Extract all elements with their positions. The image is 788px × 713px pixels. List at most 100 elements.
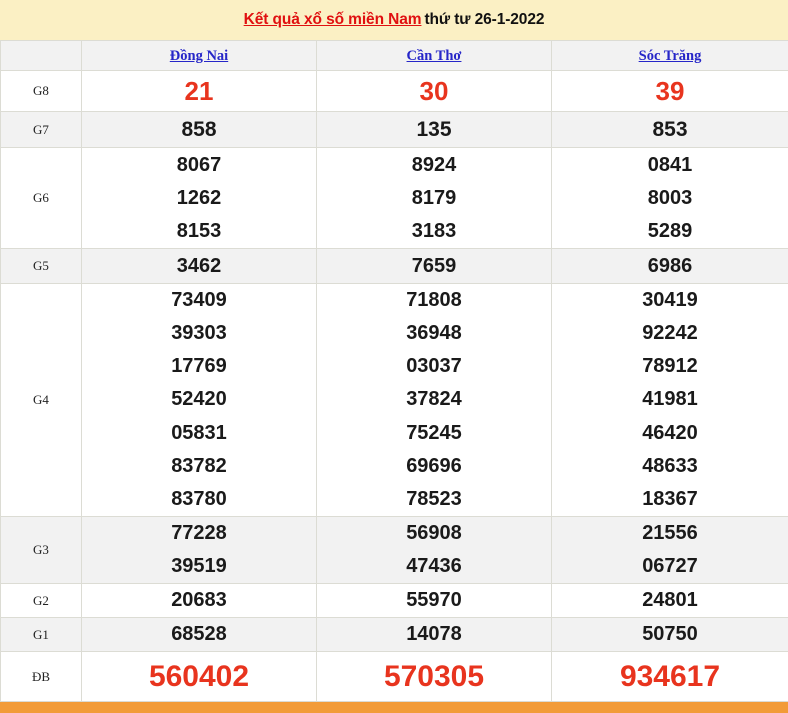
prize-number: 47436 bbox=[317, 550, 551, 583]
prize-label-g1: G1 bbox=[1, 618, 82, 652]
table-row: G473409393031776952420058318378283780718… bbox=[1, 284, 788, 517]
table-body: G8213039G7858135853G68067126281538924817… bbox=[1, 71, 788, 702]
lottery-results-table: Đồng Nai Cần Thơ Sóc Trăng G8213039G7858… bbox=[0, 40, 788, 702]
footer-accent-bar bbox=[0, 702, 788, 713]
prize-number: 8153 bbox=[82, 215, 316, 248]
province-link-3[interactable]: Sóc Trăng bbox=[639, 48, 702, 64]
prize-number: 68528 bbox=[82, 618, 316, 651]
prize-cell: 39 bbox=[552, 71, 788, 112]
prize-cell: 50750 bbox=[552, 618, 788, 652]
prize-cell: 14078 bbox=[317, 618, 552, 652]
prize-number: 05831 bbox=[82, 417, 316, 450]
table-row: G3772283951956908474362155606727 bbox=[1, 517, 788, 584]
prize-number: 75245 bbox=[317, 417, 551, 450]
prize-number: 30419 bbox=[552, 284, 788, 317]
prize-cell: 892481793183 bbox=[317, 148, 552, 249]
prize-number: 858 bbox=[82, 112, 316, 147]
prize-label-g3: G3 bbox=[1, 517, 82, 584]
page-title: Kết quả xổ số miền Namthứ tư 26-1-2022 bbox=[244, 11, 545, 29]
prize-number: 03037 bbox=[317, 350, 551, 383]
table-header: Đồng Nai Cần Thơ Sóc Trăng bbox=[1, 41, 788, 71]
prize-label-g5: G5 bbox=[1, 249, 82, 284]
prize-label-g4: G4 bbox=[1, 284, 82, 517]
prize-cell: 5690847436 bbox=[317, 517, 552, 584]
prize-cell: 2155606727 bbox=[552, 517, 788, 584]
prize-number: 6986 bbox=[552, 249, 788, 283]
prize-number: 560402 bbox=[82, 652, 316, 701]
prize-number: 39519 bbox=[82, 550, 316, 583]
table-row: G5346276596986 bbox=[1, 249, 788, 284]
column-header-province-2: Cần Thơ bbox=[317, 41, 552, 71]
prize-number: 83780 bbox=[82, 483, 316, 516]
prize-number: 14078 bbox=[317, 618, 551, 651]
prize-cell: 934617 bbox=[552, 652, 788, 702]
column-header-province-3: Sóc Trăng bbox=[552, 41, 788, 71]
prize-cell: 71808369480303737824752456969678523 bbox=[317, 284, 552, 517]
prize-number: 3462 bbox=[82, 249, 316, 283]
prize-number: 52420 bbox=[82, 383, 316, 416]
table-row: G8213039 bbox=[1, 71, 788, 112]
prize-number: 8067 bbox=[82, 149, 316, 182]
prize-cell: 24801 bbox=[552, 584, 788, 618]
table-header-row: Đồng Nai Cần Thơ Sóc Trăng bbox=[1, 41, 788, 71]
prize-number: 83782 bbox=[82, 450, 316, 483]
prize-number: 0841 bbox=[552, 149, 788, 182]
prize-number: 71808 bbox=[317, 284, 551, 317]
table-row: G7858135853 bbox=[1, 112, 788, 148]
prize-number: 7659 bbox=[317, 249, 551, 283]
prize-number: 78912 bbox=[552, 350, 788, 383]
prize-number: 8179 bbox=[317, 182, 551, 215]
prize-number: 135 bbox=[317, 112, 551, 147]
corner-cell bbox=[1, 41, 82, 71]
prize-number: 73409 bbox=[82, 284, 316, 317]
prize-number: 56908 bbox=[317, 517, 551, 550]
prize-label-đb: ĐB bbox=[1, 652, 82, 702]
prize-label-g7: G7 bbox=[1, 112, 82, 148]
prize-label-g2: G2 bbox=[1, 584, 82, 618]
prize-number: 06727 bbox=[552, 550, 788, 583]
prize-cell: 30 bbox=[317, 71, 552, 112]
prize-number: 36948 bbox=[317, 317, 551, 350]
prize-cell: 3462 bbox=[82, 249, 317, 284]
prize-label-g6: G6 bbox=[1, 148, 82, 249]
prize-number: 50750 bbox=[552, 618, 788, 651]
prize-number: 20683 bbox=[82, 584, 316, 617]
prize-cell: 68528 bbox=[82, 618, 317, 652]
prize-number: 77228 bbox=[82, 517, 316, 550]
prize-number: 18367 bbox=[552, 483, 788, 516]
prize-number: 92242 bbox=[552, 317, 788, 350]
prize-label-g8: G8 bbox=[1, 71, 82, 112]
prize-number: 853 bbox=[552, 112, 788, 147]
prize-number: 21 bbox=[82, 71, 316, 111]
prize-number: 8003 bbox=[552, 182, 788, 215]
prize-number: 78523 bbox=[317, 483, 551, 516]
table-row: G2206835597024801 bbox=[1, 584, 788, 618]
prize-cell: 560402 bbox=[82, 652, 317, 702]
prize-number: 55970 bbox=[317, 584, 551, 617]
prize-cell: 7722839519 bbox=[82, 517, 317, 584]
prize-number: 30 bbox=[317, 71, 551, 111]
page-title-link[interactable]: Kết quả xổ số miền Nam bbox=[244, 11, 422, 28]
prize-number: 5289 bbox=[552, 215, 788, 248]
province-link-2[interactable]: Cần Thơ bbox=[407, 48, 462, 64]
prize-number: 1262 bbox=[82, 182, 316, 215]
prize-number: 39303 bbox=[82, 317, 316, 350]
prize-number: 41981 bbox=[552, 383, 788, 416]
page-title-bar: Kết quả xổ số miền Namthứ tư 26-1-2022 bbox=[0, 0, 788, 40]
prize-cell: 7659 bbox=[317, 249, 552, 284]
table-row: ĐB560402570305934617 bbox=[1, 652, 788, 702]
prize-cell: 853 bbox=[552, 112, 788, 148]
table-row: G1685281407850750 bbox=[1, 618, 788, 652]
prize-cell: 20683 bbox=[82, 584, 317, 618]
prize-cell: 55970 bbox=[317, 584, 552, 618]
lottery-results-page: Kết quả xổ số miền Namthứ tư 26-1-2022 Đ… bbox=[0, 0, 788, 698]
prize-number: 17769 bbox=[82, 350, 316, 383]
prize-cell: 73409393031776952420058318378283780 bbox=[82, 284, 317, 517]
table-row: G6806712628153892481793183084180035289 bbox=[1, 148, 788, 249]
province-link-1[interactable]: Đồng Nai bbox=[170, 48, 228, 64]
prize-cell: 570305 bbox=[317, 652, 552, 702]
prize-number: 934617 bbox=[552, 652, 788, 701]
prize-cell: 6986 bbox=[552, 249, 788, 284]
prize-cell: 806712628153 bbox=[82, 148, 317, 249]
prize-number: 69696 bbox=[317, 450, 551, 483]
